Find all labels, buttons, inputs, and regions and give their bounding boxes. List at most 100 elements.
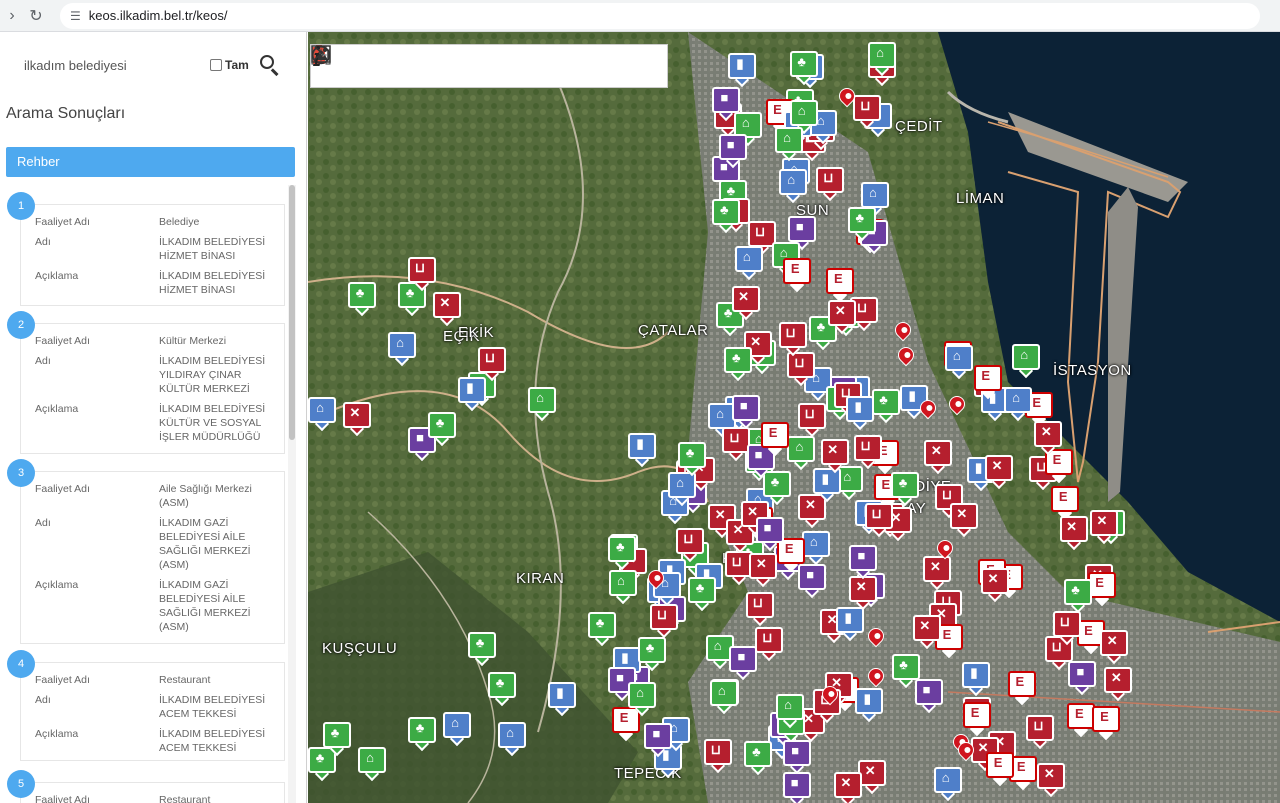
- reload-icon[interactable]: ↻: [24, 6, 48, 26]
- restaurant-marker[interactable]: ✕: [343, 402, 371, 437]
- park-marker[interactable]: ♣: [1063, 579, 1092, 614]
- restaurant-marker[interactable]: ✕: [1089, 509, 1118, 544]
- electric-marker[interactable]: E: [761, 421, 790, 457]
- building-marker[interactable]: ⌂: [668, 472, 696, 507]
- restaurant-marker[interactable]: ✕: [912, 615, 941, 650]
- market-marker[interactable]: ⊔: [853, 94, 882, 129]
- park-marker[interactable]: ♣: [763, 471, 792, 506]
- electric-marker[interactable]: E: [1092, 706, 1121, 741]
- electric-marker[interactable]: E: [986, 751, 1015, 786]
- electric-marker[interactable]: E: [1044, 449, 1073, 484]
- mosque-marker[interactable]: ⌂: [528, 387, 556, 422]
- arrow-right-icon[interactable]: [314, 44, 668, 88]
- building-marker[interactable]: ⌂: [443, 712, 471, 747]
- police-marker[interactable]: ■: [849, 545, 878, 580]
- market-marker[interactable]: ⊔: [787, 352, 816, 387]
- location-pin-icon[interactable]: [954, 738, 978, 764]
- park-marker[interactable]: ♣: [890, 471, 919, 506]
- market-marker[interactable]: ⊔: [864, 502, 893, 537]
- building-marker[interactable]: ⌂: [944, 344, 973, 379]
- location-pin-icon[interactable]: [864, 664, 888, 690]
- building-marker[interactable]: ⌂: [388, 332, 416, 367]
- address-bar[interactable]: ☰ keos.ilkadim.bel.tr/keos/: [60, 2, 1260, 29]
- location-pin-icon[interactable]: [644, 566, 668, 592]
- tab-rehber[interactable]: Rehber: [6, 147, 295, 177]
- search-icon[interactable]: [259, 54, 281, 76]
- result-card[interactable]: Faaliyet Adı Kültür Merkezi Adı İLKADIM BEL…: [20, 323, 285, 454]
- location-pin-icon[interactable]: [864, 624, 888, 650]
- location-pin-icon[interactable]: [894, 343, 918, 369]
- electric-marker[interactable]: E: [963, 702, 992, 737]
- police-marker[interactable]: ■: [798, 564, 827, 599]
- map-view[interactable]: ? ÇEDİT LİMAN SUN ÇATALAR EÇİK İSTASYON KIRAN K…: [308, 32, 1280, 803]
- park-marker[interactable]: ♣: [638, 637, 666, 672]
- search-input[interactable]: [4, 57, 204, 73]
- restaurant-marker[interactable]: ✕: [828, 299, 857, 334]
- police-marker[interactable]: ■: [783, 739, 812, 774]
- police-marker[interactable]: ■: [782, 772, 811, 803]
- location-pin-icon[interactable]: [933, 536, 957, 562]
- mosque-marker[interactable]: ⌂: [775, 127, 804, 162]
- mosque-marker[interactable]: ⌂: [776, 693, 805, 728]
- police-marker[interactable]: ■: [755, 516, 784, 552]
- fuel-marker[interactable]: ▮: [548, 682, 576, 717]
- mosque-marker[interactable]: ⌂: [1012, 344, 1041, 379]
- fuel-marker[interactable]: ▮: [846, 395, 875, 430]
- market-marker[interactable]: ⊔: [478, 347, 506, 382]
- full-extent-icon[interactable]: [311, 44, 401, 88]
- restaurant-marker[interactable]: ✕: [833, 772, 862, 803]
- park-marker[interactable]: ♣: [608, 536, 637, 571]
- electric-marker[interactable]: E: [783, 258, 812, 293]
- building-marker[interactable]: ⌂: [734, 245, 763, 281]
- park-marker[interactable]: ♣: [712, 199, 741, 234]
- park-marker[interactable]: ♣: [348, 282, 376, 317]
- building-marker[interactable]: ⌂: [308, 397, 336, 432]
- mosque-marker[interactable]: ⌂: [628, 682, 656, 717]
- mosque-marker[interactable]: ⌂: [608, 569, 637, 604]
- fuel-marker[interactable]: ▮: [836, 606, 865, 641]
- electric-marker[interactable]: E: [1051, 486, 1080, 521]
- police-marker[interactable]: ■: [729, 646, 758, 681]
- restaurant-marker[interactable]: ✕: [849, 576, 878, 611]
- electric-marker[interactable]: E: [1087, 571, 1116, 606]
- park-marker[interactable]: ♣: [847, 207, 876, 242]
- fuel-marker[interactable]: ▮: [628, 432, 657, 468]
- market-marker[interactable]: ⊔: [408, 257, 436, 292]
- location-pin-icon[interactable]: [891, 318, 915, 344]
- mosque-marker[interactable]: ⌂: [868, 42, 896, 77]
- location-pin-icon[interactable]: [945, 392, 969, 418]
- navigation-compass-icon[interactable]: [312, 44, 490, 88]
- help-icon[interactable]: ?: [311, 44, 579, 88]
- basemap-image-icon[interactable]: [311, 44, 534, 88]
- restaurant-marker[interactable]: ✕: [433, 292, 461, 327]
- market-marker[interactable]: ⊔: [745, 591, 774, 626]
- park-marker[interactable]: ♣: [891, 653, 920, 688]
- result-card[interactable]: Faaliyet Adı Restaurant Adı İLKADIM BELEDİY…: [20, 662, 285, 761]
- restaurant-marker[interactable]: ✕: [731, 285, 760, 320]
- market-marker[interactable]: ⊔: [1026, 714, 1055, 749]
- building-marker[interactable]: ⌂: [1004, 386, 1033, 421]
- restaurant-marker[interactable]: ✕: [981, 567, 1010, 602]
- tam-checkbox[interactable]: [210, 59, 222, 71]
- park-marker[interactable]: ♣: [789, 50, 818, 85]
- market-marker[interactable]: ⊔: [676, 528, 705, 563]
- result-card[interactable]: Faaliyet Adı Aile Sağlığı Merkezi (ASM) Adı…: [20, 471, 285, 644]
- info-icon[interactable]: [313, 44, 623, 88]
- park-marker[interactable]: ♣: [468, 632, 496, 667]
- mosque-marker[interactable]: ⌂: [358, 747, 386, 782]
- market-marker[interactable]: ⊔: [797, 402, 826, 437]
- restaurant-marker[interactable]: ✕: [985, 455, 1014, 490]
- restaurant-marker[interactable]: ✕: [1104, 666, 1133, 701]
- restaurant-marker[interactable]: ✕: [1100, 629, 1129, 664]
- fuel-marker[interactable]: ▮: [727, 53, 756, 88]
- scrollbar-thumb[interactable]: [289, 185, 295, 440]
- building-marker[interactable]: ⌂: [779, 169, 808, 204]
- park-marker[interactable]: ♣: [488, 672, 516, 707]
- restaurant-marker[interactable]: ✕: [1037, 762, 1066, 797]
- location-pin-icon[interactable]: [818, 682, 842, 708]
- restaurant-marker[interactable]: ✕: [820, 438, 849, 473]
- result-card[interactable]: Faaliyet Adı Restaurant: [20, 782, 285, 803]
- park-marker[interactable]: ♣: [724, 347, 753, 382]
- forward-icon[interactable]: ›: [0, 7, 24, 25]
- restaurant-marker[interactable]: ✕: [924, 440, 953, 475]
